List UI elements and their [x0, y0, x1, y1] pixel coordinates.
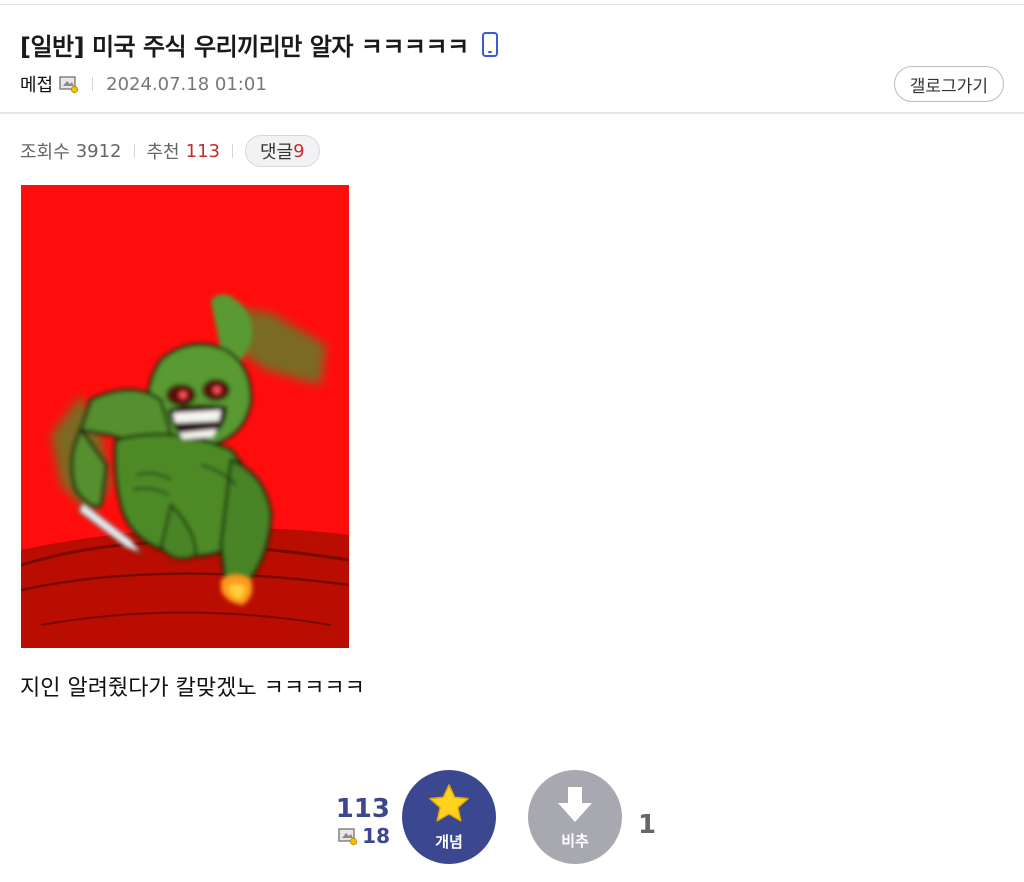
comment-count: 9: [293, 140, 305, 162]
gallog-button[interactable]: 갤로그가기: [893, 66, 1004, 102]
header-divider: [0, 112, 1024, 114]
recommend-label: 추천: [146, 142, 180, 163]
upvote-fixed-count: 18: [362, 824, 390, 848]
upvote-label: 개념: [435, 832, 463, 851]
meta-separator: [92, 77, 94, 91]
downvote-count: 1: [638, 810, 657, 840]
recommend-count: 113: [185, 140, 220, 162]
gallery-badge-icon: [59, 74, 79, 94]
stats-separator: [133, 144, 135, 158]
vote-area: 113 18 개념 비추 1: [0, 770, 1024, 870]
stats-separator: [231, 144, 233, 158]
post-image[interactable]: [21, 185, 349, 648]
title-row: [일반] 미국 주식 우리끼리만 알자 ㅋㅋㅋㅋㅋ: [20, 27, 499, 62]
post-title: [일반] 미국 주식 우리끼리만 알자 ㅋㅋㅋㅋㅋ: [20, 33, 469, 61]
post-date: 2024.07.18 01:01: [106, 73, 267, 95]
post-header: [일반] 미국 주식 우리끼리만 알자 ㅋㅋㅋㅋㅋ 메접 2024.07.18 …: [0, 5, 1024, 112]
upvote-fixed-row: 18: [330, 824, 390, 848]
upvote-button[interactable]: 개념: [402, 770, 496, 864]
star-icon: [427, 783, 471, 829]
upvote-total: 113: [335, 794, 390, 824]
downvote-label: 비추: [561, 831, 589, 850]
author-name[interactable]: 메접: [20, 71, 53, 97]
gallery-badge-icon: [338, 826, 358, 846]
post-meta: 메접 2024.07.18 01:01: [20, 71, 267, 97]
comment-count-button[interactable]: 댓글 9: [244, 135, 320, 167]
mobile-phone-icon: [481, 31, 499, 58]
comment-label: 댓글: [259, 142, 294, 163]
upvote-counts: 113 18: [330, 794, 390, 848]
post-stats: 조회수 3912 추천 113 댓글 9: [20, 135, 320, 167]
down-arrow-icon: [555, 784, 595, 828]
post-body-text: 지인 알려줬다가 칼맞겠노 ㅋㅋㅋㅋㅋ: [20, 676, 365, 701]
downvote-button[interactable]: 비추: [528, 770, 622, 864]
views-label: 조회수: [20, 142, 70, 163]
views-count: 3912: [75, 140, 122, 162]
